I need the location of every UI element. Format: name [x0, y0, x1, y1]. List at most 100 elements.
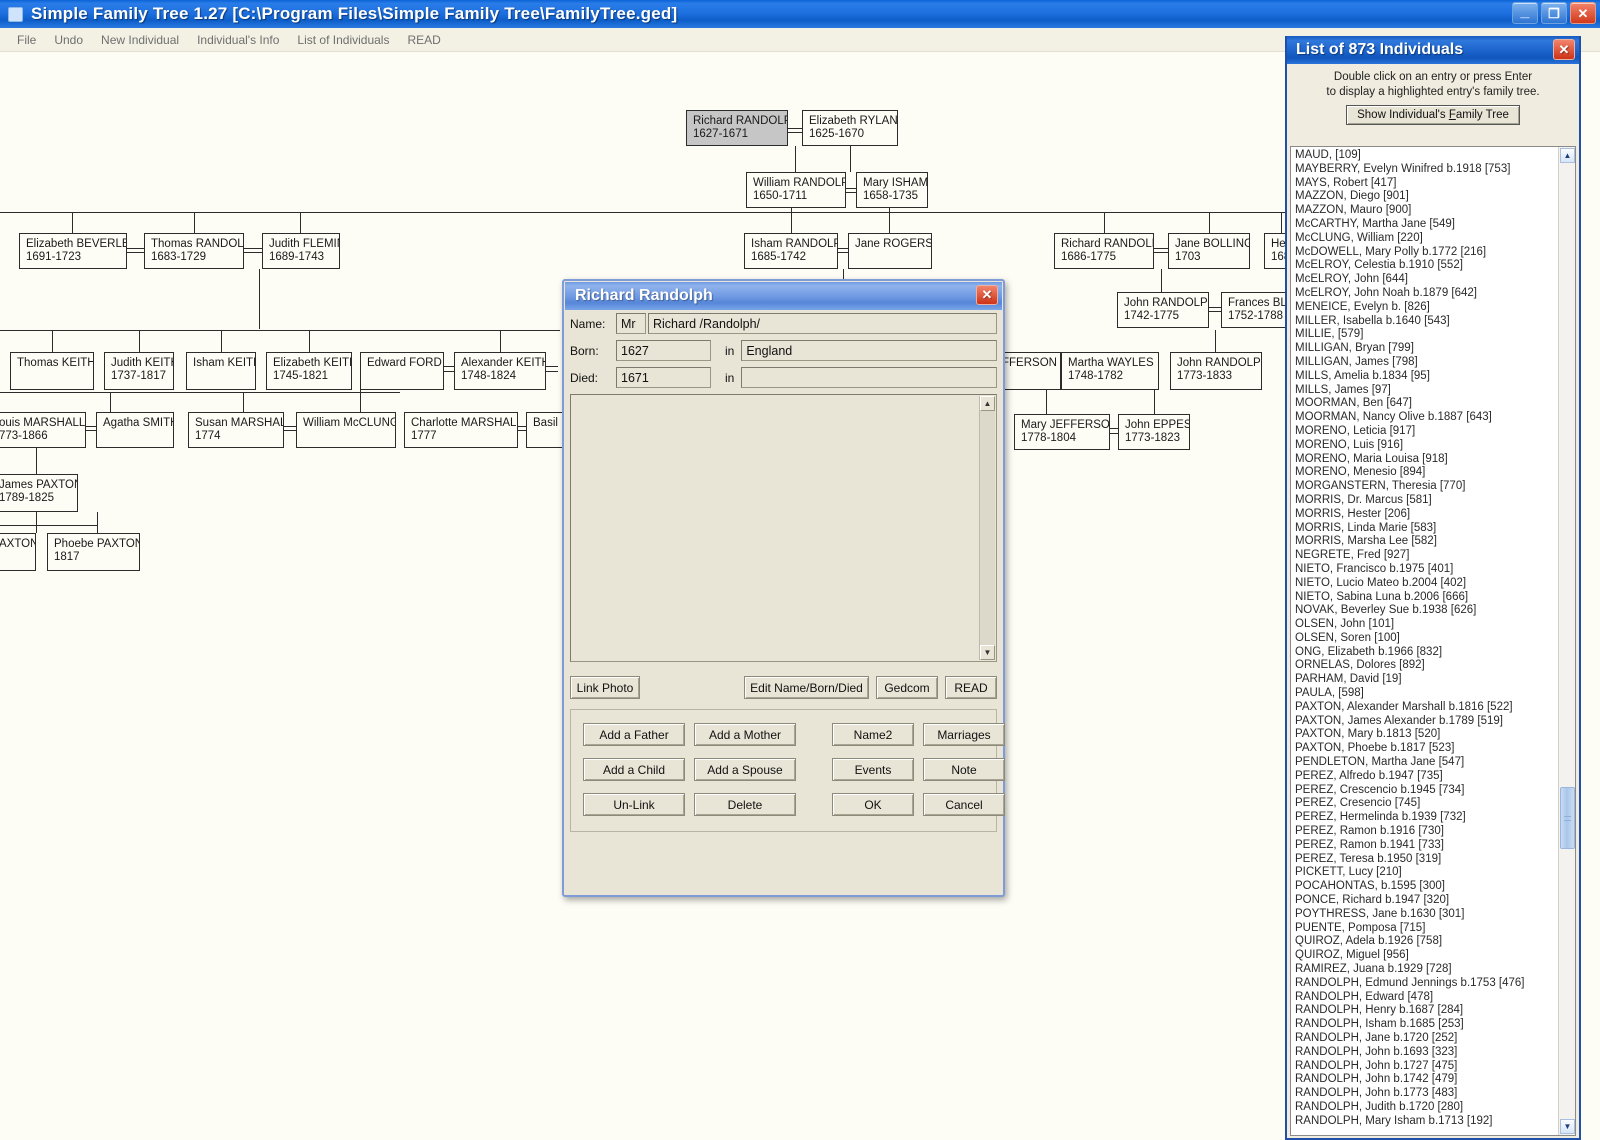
tree-node[interactable]: Frances BLA 1752-1788 [1221, 292, 1291, 328]
list-item[interactable]: NOVAK, Beverley Sue b.1938 [626] [1295, 604, 1558, 618]
list-item[interactable]: McCLUNG, William [220] [1295, 232, 1558, 246]
marriages-button[interactable]: Marriages [923, 723, 1005, 746]
menu-item-new-individual[interactable]: New Individual [92, 31, 188, 49]
list-item[interactable]: MAUD, [109] [1295, 149, 1558, 163]
born-place-input[interactable]: England [741, 340, 997, 361]
list-item[interactable]: MOORMAN, Nancy Olive b.1887 [643] [1295, 411, 1558, 425]
list-item[interactable]: NIETO, Francisco b.1975 [401] [1295, 563, 1558, 577]
menu-item-individual-s-info[interactable]: Individual's Info [188, 31, 288, 49]
tree-node[interactable]: James PAXTON 1789-1825 [0, 474, 78, 512]
list-item[interactable]: OLSEN, Soren [100] [1295, 632, 1558, 646]
gedcom-button[interactable]: Gedcom [876, 676, 938, 699]
list-item[interactable]: MILLER, Isabella b.1640 [543] [1295, 315, 1558, 329]
list-item[interactable]: NIETO, Sabina Luna b.2006 [666] [1295, 591, 1558, 605]
tree-node[interactable]: Elizabeth RYLAND 1625-1670 [802, 110, 898, 146]
list-item[interactable]: MORENO, Maria Louisa [918] [1295, 453, 1558, 467]
scroll-down-icon[interactable]: ▼ [980, 645, 995, 660]
list-item[interactable]: McELROY, Celestia b.1910 [552] [1295, 259, 1558, 273]
tree-node[interactable]: Phoebe PAXTON 1817 [47, 533, 140, 571]
list-item[interactable]: MORENO, Leticia [917] [1295, 425, 1558, 439]
edit-name-born-died-button[interactable]: Edit Name/Born/Died [744, 676, 869, 699]
menu-item-file[interactable]: File [8, 31, 45, 49]
tree-node[interactable]: Mary ISHAM 1658-1735 [856, 172, 928, 208]
list-item[interactable]: NIETO, Lucio Mateo b.2004 [402] [1295, 577, 1558, 591]
list-item[interactable]: MAYBERRY, Evelyn Winifred b.1918 [753] [1295, 163, 1558, 177]
read-button[interactable]: READ [945, 676, 997, 699]
tree-node[interactable]: Elizabeth KEITH 1745-1821 [266, 352, 352, 390]
list-item[interactable]: PAXTON, James Alexander b.1789 [519] [1295, 715, 1558, 729]
list-item[interactable]: PUENTE, Pomposa [715] [1295, 922, 1558, 936]
list-item[interactable]: RANDOLPH, Mary Isham b.1713 [192] [1295, 1115, 1558, 1129]
tree-node[interactable]: John RANDOLPH 1773-1833 [1170, 352, 1262, 390]
list-item[interactable]: MORRIS, Dr. Marcus [581] [1295, 494, 1558, 508]
tree-node[interactable]: Martha WAYLES 1748-1782 [1061, 352, 1159, 390]
list-item[interactable]: RANDOLPH, John b.1742 [479] [1295, 1073, 1558, 1087]
list-item[interactable]: MAZZON, Mauro [900] [1295, 204, 1558, 218]
list-item[interactable]: PEREZ, Hermelinda b.1939 [732] [1295, 811, 1558, 825]
tree-node-selected[interactable]: Richard RANDOLPH1627-1671 [686, 110, 788, 146]
scroll-up-icon[interactable]: ▲ [980, 396, 995, 411]
name-prefix-input[interactable]: Mr [616, 313, 646, 334]
list-item[interactable]: MILLIGAN, James [798] [1295, 356, 1558, 370]
list-item[interactable]: PONCE, Richard b.1947 [320] [1295, 894, 1558, 908]
tree-node[interactable]: Judith FLEMING1689-1743 [262, 233, 340, 269]
list-item[interactable]: McELROY, John [644] [1295, 273, 1558, 287]
list-item[interactable]: QUIROZ, Adela b.1926 [758] [1295, 935, 1558, 949]
notes-textarea[interactable]: ▲ ▼ [570, 394, 997, 662]
list-item[interactable]: RANDOLPH, Henry b.1687 [284] [1295, 1004, 1558, 1018]
individuals-listbox[interactable]: MAUD, [109] MAYBERRY, Evelyn Winifred b.1… [1290, 146, 1576, 1136]
tree-node[interactable]: Mary JEFFERSON 1778-1804 [1014, 414, 1110, 450]
tree-node[interactable]: William RANDOLPH1650-1711 [746, 172, 846, 208]
list-item[interactable]: ORNELAS, Dolores [892] [1295, 659, 1558, 673]
list-item[interactable]: MORRIS, Marsha Lee [582] [1295, 535, 1558, 549]
list-scrollbar[interactable]: ▲ ▼ [1558, 147, 1575, 1135]
tree-node[interactable]: Judith KEITH 1737-1817 [104, 352, 174, 390]
add-a-mother-button[interactable]: Add a Mother [694, 723, 796, 746]
list-item[interactable]: MILLS, Amelia b.1834 [95] [1295, 370, 1558, 384]
tree-node[interactable]: Richard RANDOLPH1686-1775 [1054, 233, 1154, 269]
list-item[interactable]: McDOWELL, Mary Polly b.1772 [216] [1295, 246, 1558, 260]
list-item[interactable]: RANDOLPH, John b.1693 [323] [1295, 1046, 1558, 1060]
list-item[interactable]: POCAHONTAS, b.1595 [300] [1295, 880, 1558, 894]
menu-item-undo[interactable]: Undo [45, 31, 92, 49]
tree-node[interactable]: Thomas KEITH [10, 352, 94, 390]
add-a-father-button[interactable]: Add a Father [583, 723, 685, 746]
list-item[interactable]: RANDOLPH, Isham b.1685 [253] [1295, 1018, 1558, 1032]
cancel-button[interactable]: Cancel [923, 793, 1005, 816]
list-item[interactable]: MENEICE, Evelyn b. [826] [1295, 301, 1558, 315]
tree-node[interactable]: Edward FORD [360, 352, 444, 390]
list-item[interactable]: MORGANSTERN, Theresia [770] [1295, 480, 1558, 494]
list-item[interactable]: PEREZ, Ramon b.1916 [730] [1295, 825, 1558, 839]
un-link-button[interactable]: Un-Link [583, 793, 685, 816]
list-item[interactable]: MAYS, Robert [417] [1295, 177, 1558, 191]
list-item[interactable]: PEREZ, Cresencio [745] [1295, 797, 1558, 811]
ok-button[interactable]: OK [832, 793, 914, 816]
list-item[interactable]: MORENO, Luis [916] [1295, 439, 1558, 453]
tree-node[interactable]: John RANDOLPH 1742-1775 [1117, 292, 1209, 328]
scroll-down-icon[interactable]: ▼ [1560, 1119, 1575, 1134]
menu-item-list-of-individuals[interactable]: List of Individuals [288, 31, 398, 49]
events-button[interactable]: Events [832, 758, 914, 781]
maximize-button[interactable]: ❐ [1541, 2, 1567, 24]
list-item[interactable]: PAULA, [598] [1295, 687, 1558, 701]
died-place-input[interactable] [741, 367, 997, 388]
minimize-button[interactable]: _ [1512, 2, 1538, 24]
list-item[interactable]: MORRIS, Hester [206] [1295, 508, 1558, 522]
delete-button[interactable]: Delete [694, 793, 796, 816]
scroll-up-icon[interactable]: ▲ [1560, 148, 1575, 163]
list-item[interactable]: PEREZ, Ramon b.1941 [733] [1295, 839, 1558, 853]
tree-node[interactable]: John EPPES 1773-1823 [1118, 414, 1190, 450]
close-button[interactable]: ✕ [1570, 2, 1596, 24]
list-item[interactable]: MORENO, Menesio [894] [1295, 466, 1558, 480]
link-photo-button[interactable]: Link Photo [570, 676, 640, 699]
list-item[interactable]: PAXTON, Mary b.1813 [520] [1295, 728, 1558, 742]
died-year-input[interactable]: 1671 [616, 367, 711, 388]
add-a-child-button[interactable]: Add a Child [583, 758, 685, 781]
list-item[interactable]: PAXTON, Alexander Marshall b.1816 [522] [1295, 701, 1558, 715]
tree-node[interactable]: ouis MARSHALL 773-1866 [0, 412, 86, 448]
list-close-button[interactable]: ✕ [1553, 39, 1575, 60]
show-individuals-family-tree-button[interactable]: Show Individual's Family Tree [1346, 105, 1520, 125]
tree-node[interactable]: Isham KEITH [186, 352, 256, 390]
list-item[interactable]: PEREZ, Alfredo b.1947 [735] [1295, 770, 1558, 784]
list-item[interactable]: MOORMAN, Ben [647] [1295, 397, 1558, 411]
